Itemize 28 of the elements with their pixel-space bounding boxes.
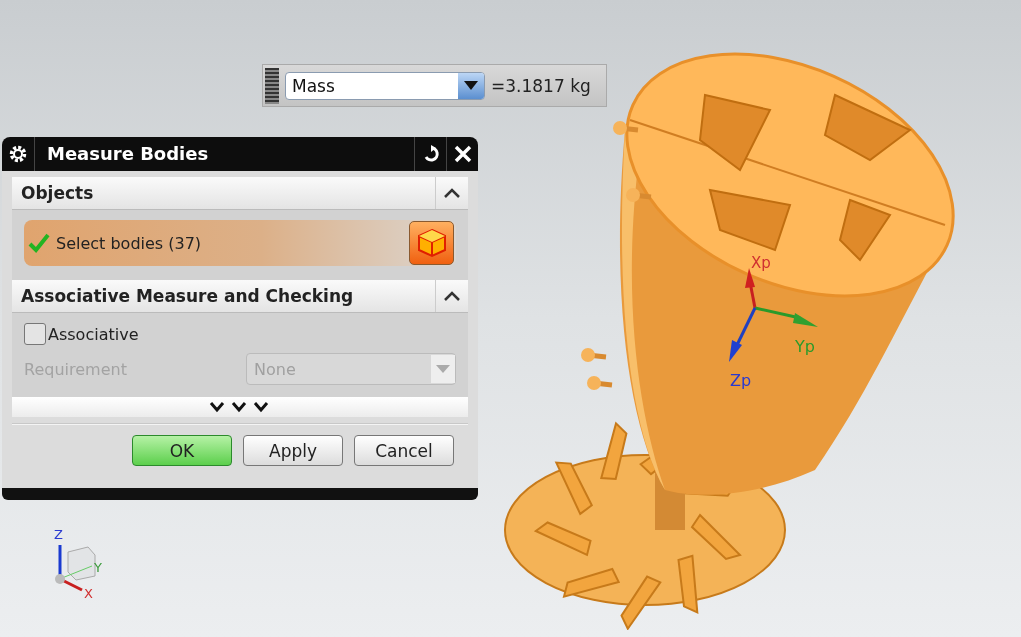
selection-row[interactable]: Select bodies (37) [24, 220, 456, 266]
checkbox[interactable] [24, 323, 46, 345]
dialog-button[interactable]: Cancel [354, 435, 454, 466]
close-icon [453, 145, 472, 163]
section-title: Associative Measure and Checking [20, 286, 355, 306]
selection-label: Select bodies (37) [56, 233, 203, 253]
settings-icon [8, 144, 28, 164]
dialog-button[interactable]: OK [132, 435, 232, 466]
axis-label: Y [94, 560, 102, 575]
axis-label: Z [54, 527, 63, 542]
dropdown-arrow-icon [464, 80, 478, 91]
collapse-caret-icon [444, 291, 460, 301]
section-title: Objects [20, 183, 95, 203]
axis-label: X [84, 586, 93, 601]
more-options-button[interactable] [12, 397, 468, 417]
dialog-button[interactable]: Apply [243, 435, 343, 466]
axis-label: Xp [751, 254, 771, 272]
axis-label: Zp [730, 371, 752, 390]
cube-icon [415, 227, 448, 259]
measure-result: =3.1817 kg [491, 75, 591, 96]
quantity-dropdown[interactable]: Mass [285, 71, 485, 100]
checkbox-label: Associative [48, 324, 139, 344]
dialog-title: Measure Bodies [34, 137, 414, 171]
expand-chevrons-icon [209, 401, 271, 413]
collapse-caret-icon [444, 188, 460, 198]
toolbar-grip[interactable] [265, 67, 279, 104]
axis-label: Yp [795, 337, 815, 356]
select-body-button[interactable] [409, 221, 454, 265]
